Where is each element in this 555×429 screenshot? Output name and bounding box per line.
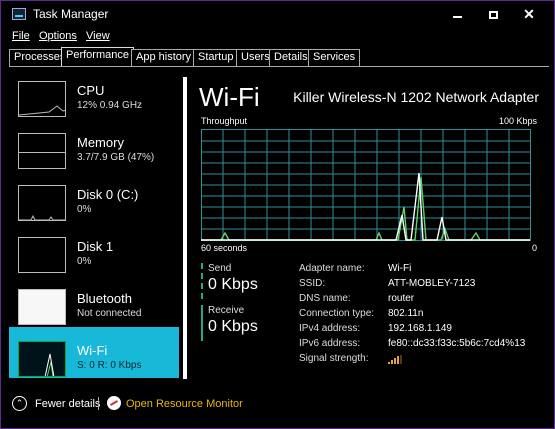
detail-title: Wi-Fi bbox=[199, 82, 260, 112]
maximize-button[interactable] bbox=[475, 1, 511, 28]
chart-max-label: 100 Kbps bbox=[498, 116, 537, 126]
open-resource-monitor-link[interactable]: Open Resource Monitor bbox=[126, 398, 243, 410]
property-row: DNS name: router bbox=[299, 293, 549, 308]
chart-min-label: 0 bbox=[531, 243, 537, 253]
property-row: IPv4 address: 192.168.1.149 bbox=[299, 323, 549, 338]
adapter-name-label: Killer Wireless-N 1202 Network Adapter bbox=[293, 89, 539, 105]
property-row: Connection type: 802.11n bbox=[299, 308, 549, 323]
resource-subtitle: Not connected bbox=[77, 308, 142, 319]
menu-file[interactable]: File bbox=[12, 30, 30, 42]
footer-separator bbox=[98, 397, 99, 410]
window-title: Task Manager bbox=[33, 7, 109, 21]
wifi-sparkline bbox=[44, 353, 55, 376]
property-key: DNS name: bbox=[299, 293, 351, 304]
resource-item-bluetooth[interactable]: Bluetooth Not connected bbox=[9, 275, 179, 326]
property-value: Wi-Fi bbox=[388, 263, 412, 274]
menu-bar: File Options View bbox=[1, 28, 554, 46]
memory-fill bbox=[19, 152, 65, 153]
tab-services[interactable]: Services bbox=[308, 49, 361, 66]
property-key: SSID: bbox=[299, 278, 326, 289]
property-value: router bbox=[388, 293, 415, 304]
resource-monitor-icon[interactable] bbox=[107, 396, 121, 410]
property-row: Signal strength: bbox=[299, 353, 549, 368]
property-value: 802.11n bbox=[388, 308, 424, 319]
property-row: Adapter name: Wi-Fi bbox=[299, 263, 549, 278]
throughput-graph bbox=[201, 129, 531, 241]
minimize-button[interactable] bbox=[439, 1, 475, 28]
receive-value: 0 Kbps bbox=[208, 318, 258, 335]
resource-subtitle: 3.7/7.9 GB (47%) bbox=[77, 152, 155, 163]
resource-item-memory[interactable]: Memory 3.7/7.9 GB (47%) bbox=[9, 119, 179, 170]
resource-subtitle: S: 0 R: 0 Kbps bbox=[77, 360, 142, 371]
property-row: SSID: ATT-MOBLEY-7123 bbox=[299, 278, 549, 293]
resource-name: Disk 1 bbox=[77, 239, 114, 254]
cpu-thumbnail-graph bbox=[18, 81, 66, 117]
property-value: fe80::dc33:f33c:5b6c:7cd4%13 bbox=[388, 338, 526, 349]
close-icon: ✕ bbox=[523, 6, 535, 22]
resource-name: Disk 0 (C:) bbox=[77, 187, 139, 202]
resource-name: CPU bbox=[77, 83, 105, 98]
close-button[interactable]: ✕ bbox=[511, 1, 547, 28]
resource-subtitle: 12% 0.94 GHz bbox=[77, 100, 143, 111]
tab-performance[interactable]: Performance bbox=[61, 47, 134, 66]
resource-item-wifi[interactable]: Wi-Fi S: 0 R: 0 Kbps bbox=[9, 327, 179, 378]
cpu-sparkline bbox=[19, 105, 65, 116]
tab-startup[interactable]: Startup bbox=[193, 49, 239, 66]
task-manager-icon bbox=[12, 8, 26, 20]
bluetooth-thumbnail bbox=[18, 289, 66, 325]
receive-stat: Receive 0 Kbps bbox=[201, 305, 281, 341]
tab-app-history[interactable]: App history bbox=[131, 49, 197, 66]
fewer-details-link[interactable]: Fewer details bbox=[35, 398, 100, 410]
adapter-properties: Adapter name: Wi-Fi SSID: ATT-MOBLEY-712… bbox=[299, 263, 549, 368]
property-key: IPv4 address: bbox=[299, 323, 361, 334]
footer-bar: ⌃ Fewer details Open Resource Monitor bbox=[1, 393, 554, 417]
chevron-up-circle-icon[interactable]: ⌃ bbox=[12, 396, 27, 411]
resource-subtitle: 0% bbox=[77, 256, 92, 267]
wifi-thumbnail-graph bbox=[18, 341, 66, 377]
property-key: Connection type: bbox=[299, 308, 375, 319]
tab-details[interactable]: Details bbox=[269, 49, 313, 66]
receive-label: Receive bbox=[208, 305, 245, 316]
performance-panel: CPU 12% 0.94 GHz Memory 3.7/7.9 GB (47%)… bbox=[9, 66, 549, 386]
resource-name: Bluetooth bbox=[77, 291, 132, 306]
property-key: Signal strength: bbox=[299, 353, 369, 364]
memory-thumbnail-graph bbox=[18, 133, 66, 169]
send-label: Send bbox=[208, 263, 232, 274]
disk0-thumbnail-graph bbox=[18, 185, 66, 221]
send-stat: Send 0 Kbps bbox=[201, 263, 281, 299]
resource-name: Memory bbox=[77, 135, 124, 150]
property-row: IPv6 address: fe80::dc33:f33c:5b6c:7cd4%… bbox=[299, 338, 549, 353]
resource-name: Wi-Fi bbox=[77, 343, 108, 358]
time-span-label: 60 seconds bbox=[201, 243, 248, 253]
resource-list: CPU 12% 0.94 GHz Memory 3.7/7.9 GB (47%)… bbox=[9, 67, 179, 387]
property-value: 192.168.1.149 bbox=[388, 323, 452, 334]
minimize-icon bbox=[452, 15, 462, 18]
pane-divider[interactable] bbox=[183, 77, 187, 379]
resource-item-disk1[interactable]: Disk 1 0% bbox=[9, 223, 179, 274]
resource-subtitle: 0% bbox=[77, 204, 92, 215]
resource-item-cpu[interactable]: CPU 12% 0.94 GHz bbox=[9, 67, 179, 118]
property-value: ATT-MOBLEY-7123 bbox=[388, 278, 476, 289]
throughput-label: Throughput bbox=[201, 116, 248, 126]
disk1-thumbnail-graph bbox=[18, 237, 66, 273]
disk0-sparkline bbox=[19, 214, 65, 220]
wifi-details: Wi-Fi Killer Wireless-N 1202 Network Ada… bbox=[199, 67, 549, 387]
menu-options[interactable]: Options bbox=[39, 30, 77, 42]
task-manager-window: Task Manager ✕ File Options View Process… bbox=[0, 0, 555, 429]
maximize-icon bbox=[488, 10, 498, 19]
signal-strength-icon bbox=[388, 355, 402, 364]
send-value: 0 Kbps bbox=[208, 276, 258, 293]
property-key: Adapter name: bbox=[299, 263, 365, 274]
resource-item-disk0[interactable]: Disk 0 (C:) 0% bbox=[9, 171, 179, 222]
menu-view[interactable]: View bbox=[86, 30, 110, 42]
property-key: IPv6 address: bbox=[299, 338, 361, 349]
title-bar: Task Manager ✕ bbox=[1, 1, 554, 28]
